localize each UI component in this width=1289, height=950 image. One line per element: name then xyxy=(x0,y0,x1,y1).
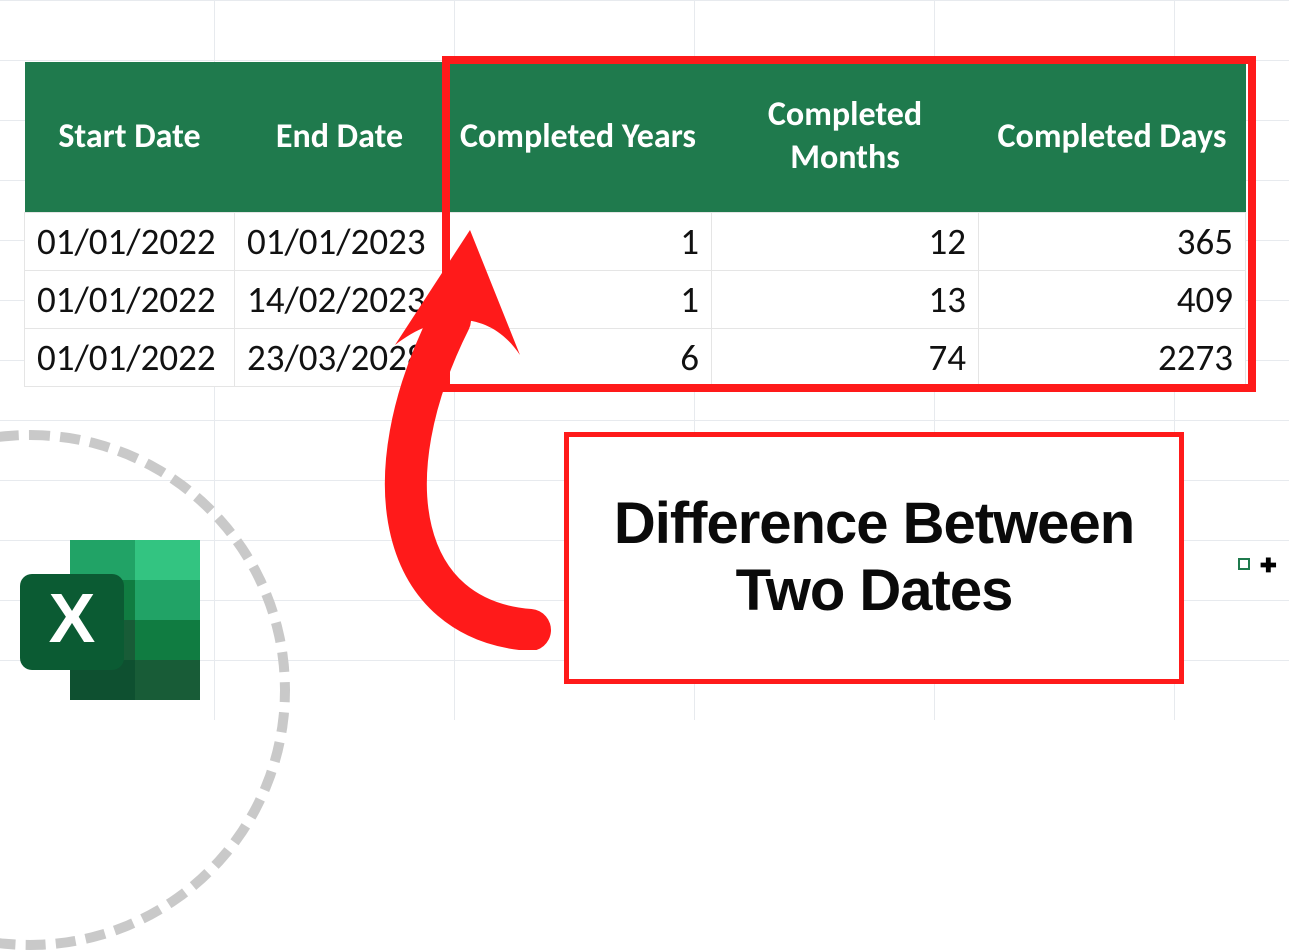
cell-months[interactable]: 13 xyxy=(712,270,979,328)
crosshair-cursor-icon: ✚ xyxy=(1260,546,1277,581)
excel-app-icon: X xyxy=(12,530,212,710)
fill-handle[interactable] xyxy=(1238,558,1250,570)
cell-start-date[interactable]: 01/01/2022 xyxy=(25,212,235,270)
table-row: 01/01/2022 14/02/2023 1 13 409 xyxy=(25,270,1246,328)
header-completed-days[interactable]: Completed Days xyxy=(979,62,1246,212)
cell-end-date[interactable]: 23/03/2028 xyxy=(235,328,445,386)
spreadsheet-canvas[interactable]: Start Date End Date Completed Years Comp… xyxy=(0,0,1289,720)
cell-start-date[interactable]: 01/01/2022 xyxy=(25,270,235,328)
date-diff-table: Start Date End Date Completed Years Comp… xyxy=(24,62,1246,387)
cell-years[interactable]: 1 xyxy=(445,270,712,328)
cell-years[interactable]: 6 xyxy=(445,328,712,386)
excel-icon-letter: X xyxy=(49,579,96,657)
cell-months[interactable]: 74 xyxy=(712,328,979,386)
header-completed-months[interactable]: Completed Months xyxy=(712,62,979,212)
cell-start-date[interactable]: 01/01/2022 xyxy=(25,328,235,386)
table-header-row: Start Date End Date Completed Years Comp… xyxy=(25,62,1246,212)
callout-title: Difference Between Two Dates xyxy=(614,491,1134,624)
cell-end-date[interactable]: 01/01/2023 xyxy=(235,212,445,270)
header-start-date[interactable]: Start Date xyxy=(25,62,235,212)
table-row: 01/01/2022 23/03/2028 6 74 2273 xyxy=(25,328,1246,386)
callout-box: Difference Between Two Dates xyxy=(564,432,1184,684)
callout-line-1: Difference Between xyxy=(614,491,1134,556)
cell-days[interactable]: 409 xyxy=(979,270,1246,328)
cell-end-date[interactable]: 14/02/2023 xyxy=(235,270,445,328)
cell-years[interactable]: 1 xyxy=(445,212,712,270)
date-diff-table-wrap: Start Date End Date Completed Years Comp… xyxy=(24,62,1246,387)
cell-days[interactable]: 365 xyxy=(979,212,1246,270)
callout-line-2: Two Dates xyxy=(736,558,1013,623)
header-end-date[interactable]: End Date xyxy=(235,62,445,212)
table-row: 01/01/2022 01/01/2023 1 12 365 xyxy=(25,212,1246,270)
cell-days[interactable]: 2273 xyxy=(979,328,1246,386)
header-completed-years[interactable]: Completed Years xyxy=(445,62,712,212)
cell-months[interactable]: 12 xyxy=(712,212,979,270)
